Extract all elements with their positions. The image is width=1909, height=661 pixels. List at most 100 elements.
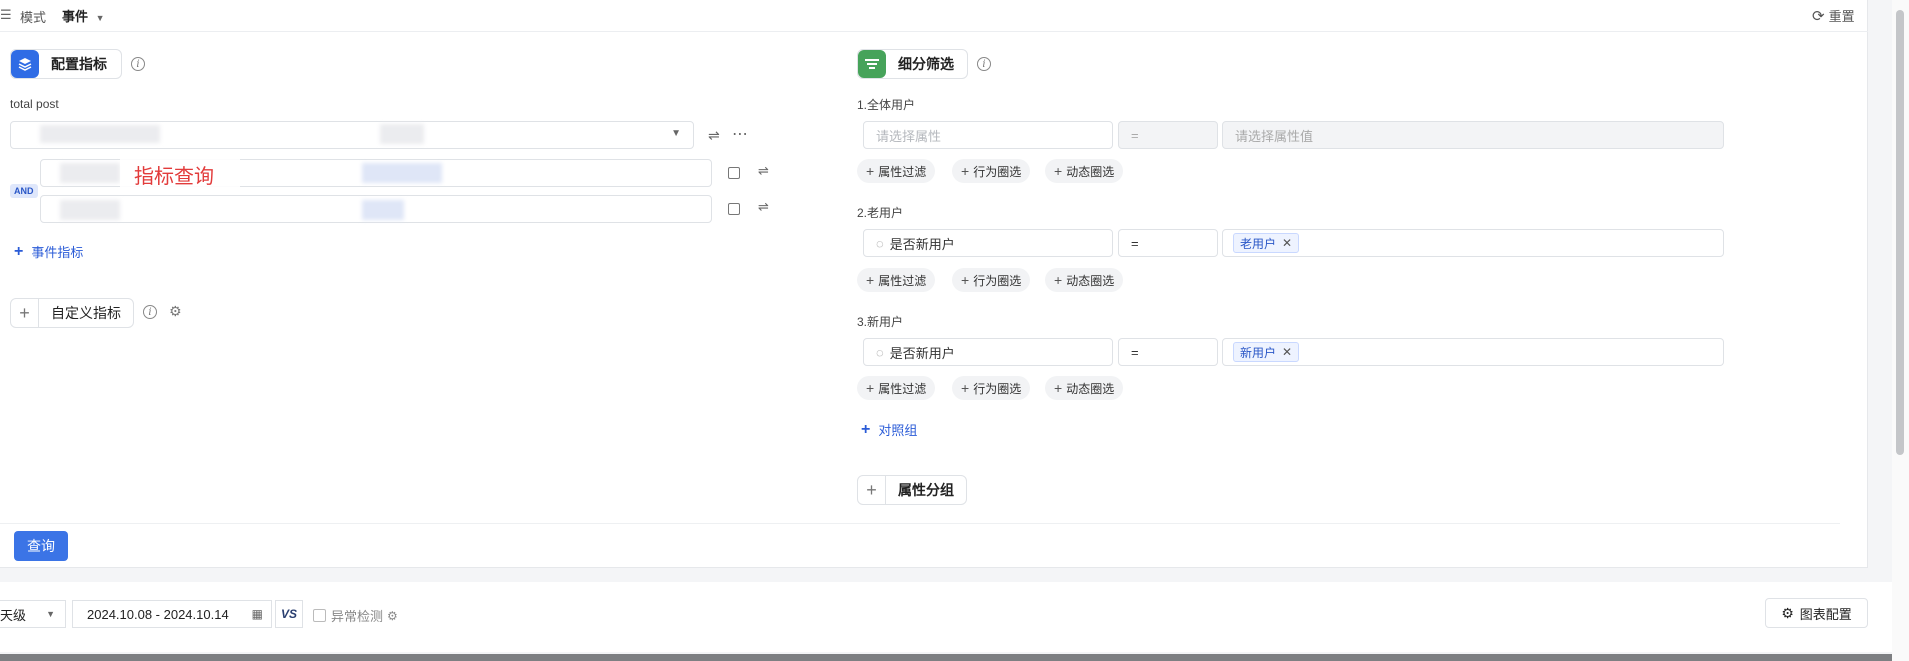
property-select-1[interactable]: 请选择属性 (863, 121, 1113, 149)
list-icon[interactable]: ☰ (0, 7, 12, 23)
calendar-icon: ▦ (251, 607, 263, 621)
redacted-text (60, 163, 120, 183)
property-value: 是否新用户 (889, 345, 955, 361)
scrollbar-thumb[interactable] (1896, 10, 1904, 455)
add-event-metric-button[interactable]: + 事件指标 (14, 242, 83, 261)
compare-vs-button[interactable]: VS (275, 600, 303, 628)
plus-icon: + (866, 163, 875, 179)
chip-property-filter[interactable]: + 属性过滤 (857, 159, 936, 183)
operator-select-3[interactable]: = (1118, 338, 1218, 366)
operator-select-2[interactable]: = (1118, 229, 1218, 257)
chart-area-edge (0, 654, 1892, 661)
mode-label[interactable]: 模式 (20, 7, 46, 26)
group-label-3: 3.新用户 (857, 315, 904, 329)
query-button[interactable]: 查询 (14, 531, 68, 561)
filter-icon[interactable]: ⇌ (708, 127, 720, 144)
chip-behavior-select[interactable]: + 行为圈选 (952, 376, 1031, 400)
chip-label: 属性过滤 (878, 273, 927, 288)
chip-behavior-select[interactable]: + 行为圈选 (952, 268, 1031, 292)
gear-icon: ⚙ (1781, 604, 1794, 621)
add-event-metric-label: 事件指标 (31, 245, 84, 260)
and-badge[interactable]: AND (10, 184, 38, 198)
redacted-text (362, 200, 404, 220)
chip-label: 行为圈选 (973, 164, 1022, 179)
property-select-3[interactable]: ◌ 是否新用户 (863, 338, 1113, 366)
value-tag: 老用户 ✕ (1233, 233, 1300, 253)
checkbox[interactable] (313, 609, 326, 622)
chart-config-button[interactable]: ⚙ 图表配置 (1765, 598, 1868, 628)
plus-icon: + (866, 272, 875, 288)
event-label: 事件 (62, 9, 89, 24)
more-icon[interactable]: ⋯ (732, 124, 748, 144)
tag-label: 新用户 (1240, 345, 1277, 360)
plus-icon: + (14, 242, 24, 260)
chip-label: 属性过滤 (878, 381, 927, 396)
filter-icon[interactable]: ⇌ (758, 163, 769, 179)
chip-dynamic-select[interactable]: + 动态圈选 (1045, 376, 1124, 400)
spinner-icon: ◌ (876, 344, 884, 360)
anomaly-detection-toggle[interactable]: 异常检测 ⚙ (313, 606, 398, 625)
refresh-icon: ⟳ (1812, 7, 1825, 25)
date-range-value: 2024.10.08 - 2024.10.14 (87, 606, 229, 622)
filter-icon[interactable]: ⇌ (758, 199, 769, 215)
value-select-2[interactable]: 老用户 ✕ (1222, 229, 1724, 257)
copy-icon[interactable] (728, 203, 740, 215)
add-control-group-label: 对照组 (878, 423, 918, 438)
chip-behavior-select[interactable]: + 行为圈选 (952, 159, 1031, 183)
value-select-1[interactable]: 请选择属性值 (1222, 121, 1724, 149)
plus-icon: + (961, 380, 970, 396)
chip-dynamic-select[interactable]: + 动态圈选 (1045, 159, 1124, 183)
property-group-button[interactable]: + 属性分组 (857, 475, 967, 505)
granularity-select[interactable]: 天级 ▼ (0, 600, 66, 628)
value-select-3[interactable]: 新用户 ✕ (1222, 338, 1724, 366)
chip-property-filter[interactable]: + 属性过滤 (857, 268, 936, 292)
add-control-group-button[interactable]: + 对照组 (861, 420, 917, 439)
tag-label: 老用户 (1240, 236, 1277, 251)
chip-dynamic-select[interactable]: + 动态圈选 (1045, 268, 1124, 292)
chip-property-filter[interactable]: + 属性过滤 (857, 376, 936, 400)
chip-label: 属性过滤 (878, 164, 927, 179)
plus-icon: + (858, 476, 886, 504)
chip-label: 行为圈选 (973, 381, 1022, 396)
segment-info-icon[interactable]: i (977, 57, 991, 71)
group-label-1: 1.全体用户 (857, 98, 916, 112)
copy-icon[interactable] (728, 167, 740, 179)
redacted-text (40, 125, 160, 143)
spinner-icon: ◌ (876, 235, 884, 251)
custom-metric-label: 自定义指标 (51, 305, 121, 321)
redacted-text (380, 124, 424, 144)
anomaly-label: 异常检测 (331, 609, 384, 624)
chip-label: 行为圈选 (973, 273, 1022, 288)
caret-down-icon: ▼ (46, 609, 55, 619)
property-select-2[interactable]: ◌ 是否新用户 (863, 229, 1113, 257)
metrics-info-icon[interactable]: i (131, 57, 145, 71)
custom-metric-button[interactable]: + 自定义指标 (10, 298, 134, 328)
segment-filter-title: 细分筛选 (898, 56, 954, 72)
plus-icon: + (961, 163, 970, 179)
plus-icon: + (1054, 272, 1063, 288)
custom-metric-info-icon[interactable]: i (143, 305, 157, 319)
event-dropdown[interactable]: 事件 ▼ (62, 6, 105, 25)
list-filter-icon (858, 50, 886, 78)
bottom-toolbar: 天级 ▼ 2024.10.08 - 2024.10.14 ▦ VS 异常检测 ⚙… (0, 582, 1892, 652)
chip-label: 动态圈选 (1066, 164, 1115, 179)
segment-filter-header[interactable]: 细分筛选 (857, 49, 968, 79)
gear-icon[interactable]: ⚙ (387, 609, 398, 623)
gear-icon[interactable]: ⚙ (169, 303, 182, 320)
close-icon[interactable]: ✕ (1282, 236, 1292, 250)
query-config-card: ☰ 模式 事件 ▼ ⟳ 重置 配置指标 i total post ▼ ⇌ ⋯ 指… (0, 0, 1868, 568)
close-icon[interactable]: ✕ (1282, 345, 1292, 359)
plus-icon: + (1054, 163, 1063, 179)
plus-icon: + (861, 420, 871, 438)
top-bar: ☰ 模式 事件 ▼ ⟳ 重置 (0, 0, 1868, 32)
operator-select-1[interactable]: = (1118, 121, 1218, 149)
caret-down-icon: ▼ (95, 13, 105, 23)
plus-icon: + (961, 272, 970, 288)
redacted-text (60, 200, 120, 220)
redacted-text (362, 163, 442, 183)
date-range-picker[interactable]: 2024.10.08 - 2024.10.14 ▦ (72, 600, 272, 628)
reset-button[interactable]: ⟳ 重置 (1812, 6, 1855, 25)
scrollbar-track[interactable] (1892, 0, 1909, 661)
overlay-annotation: 指标查询 (134, 166, 214, 188)
config-metrics-header[interactable]: 配置指标 (10, 49, 122, 79)
